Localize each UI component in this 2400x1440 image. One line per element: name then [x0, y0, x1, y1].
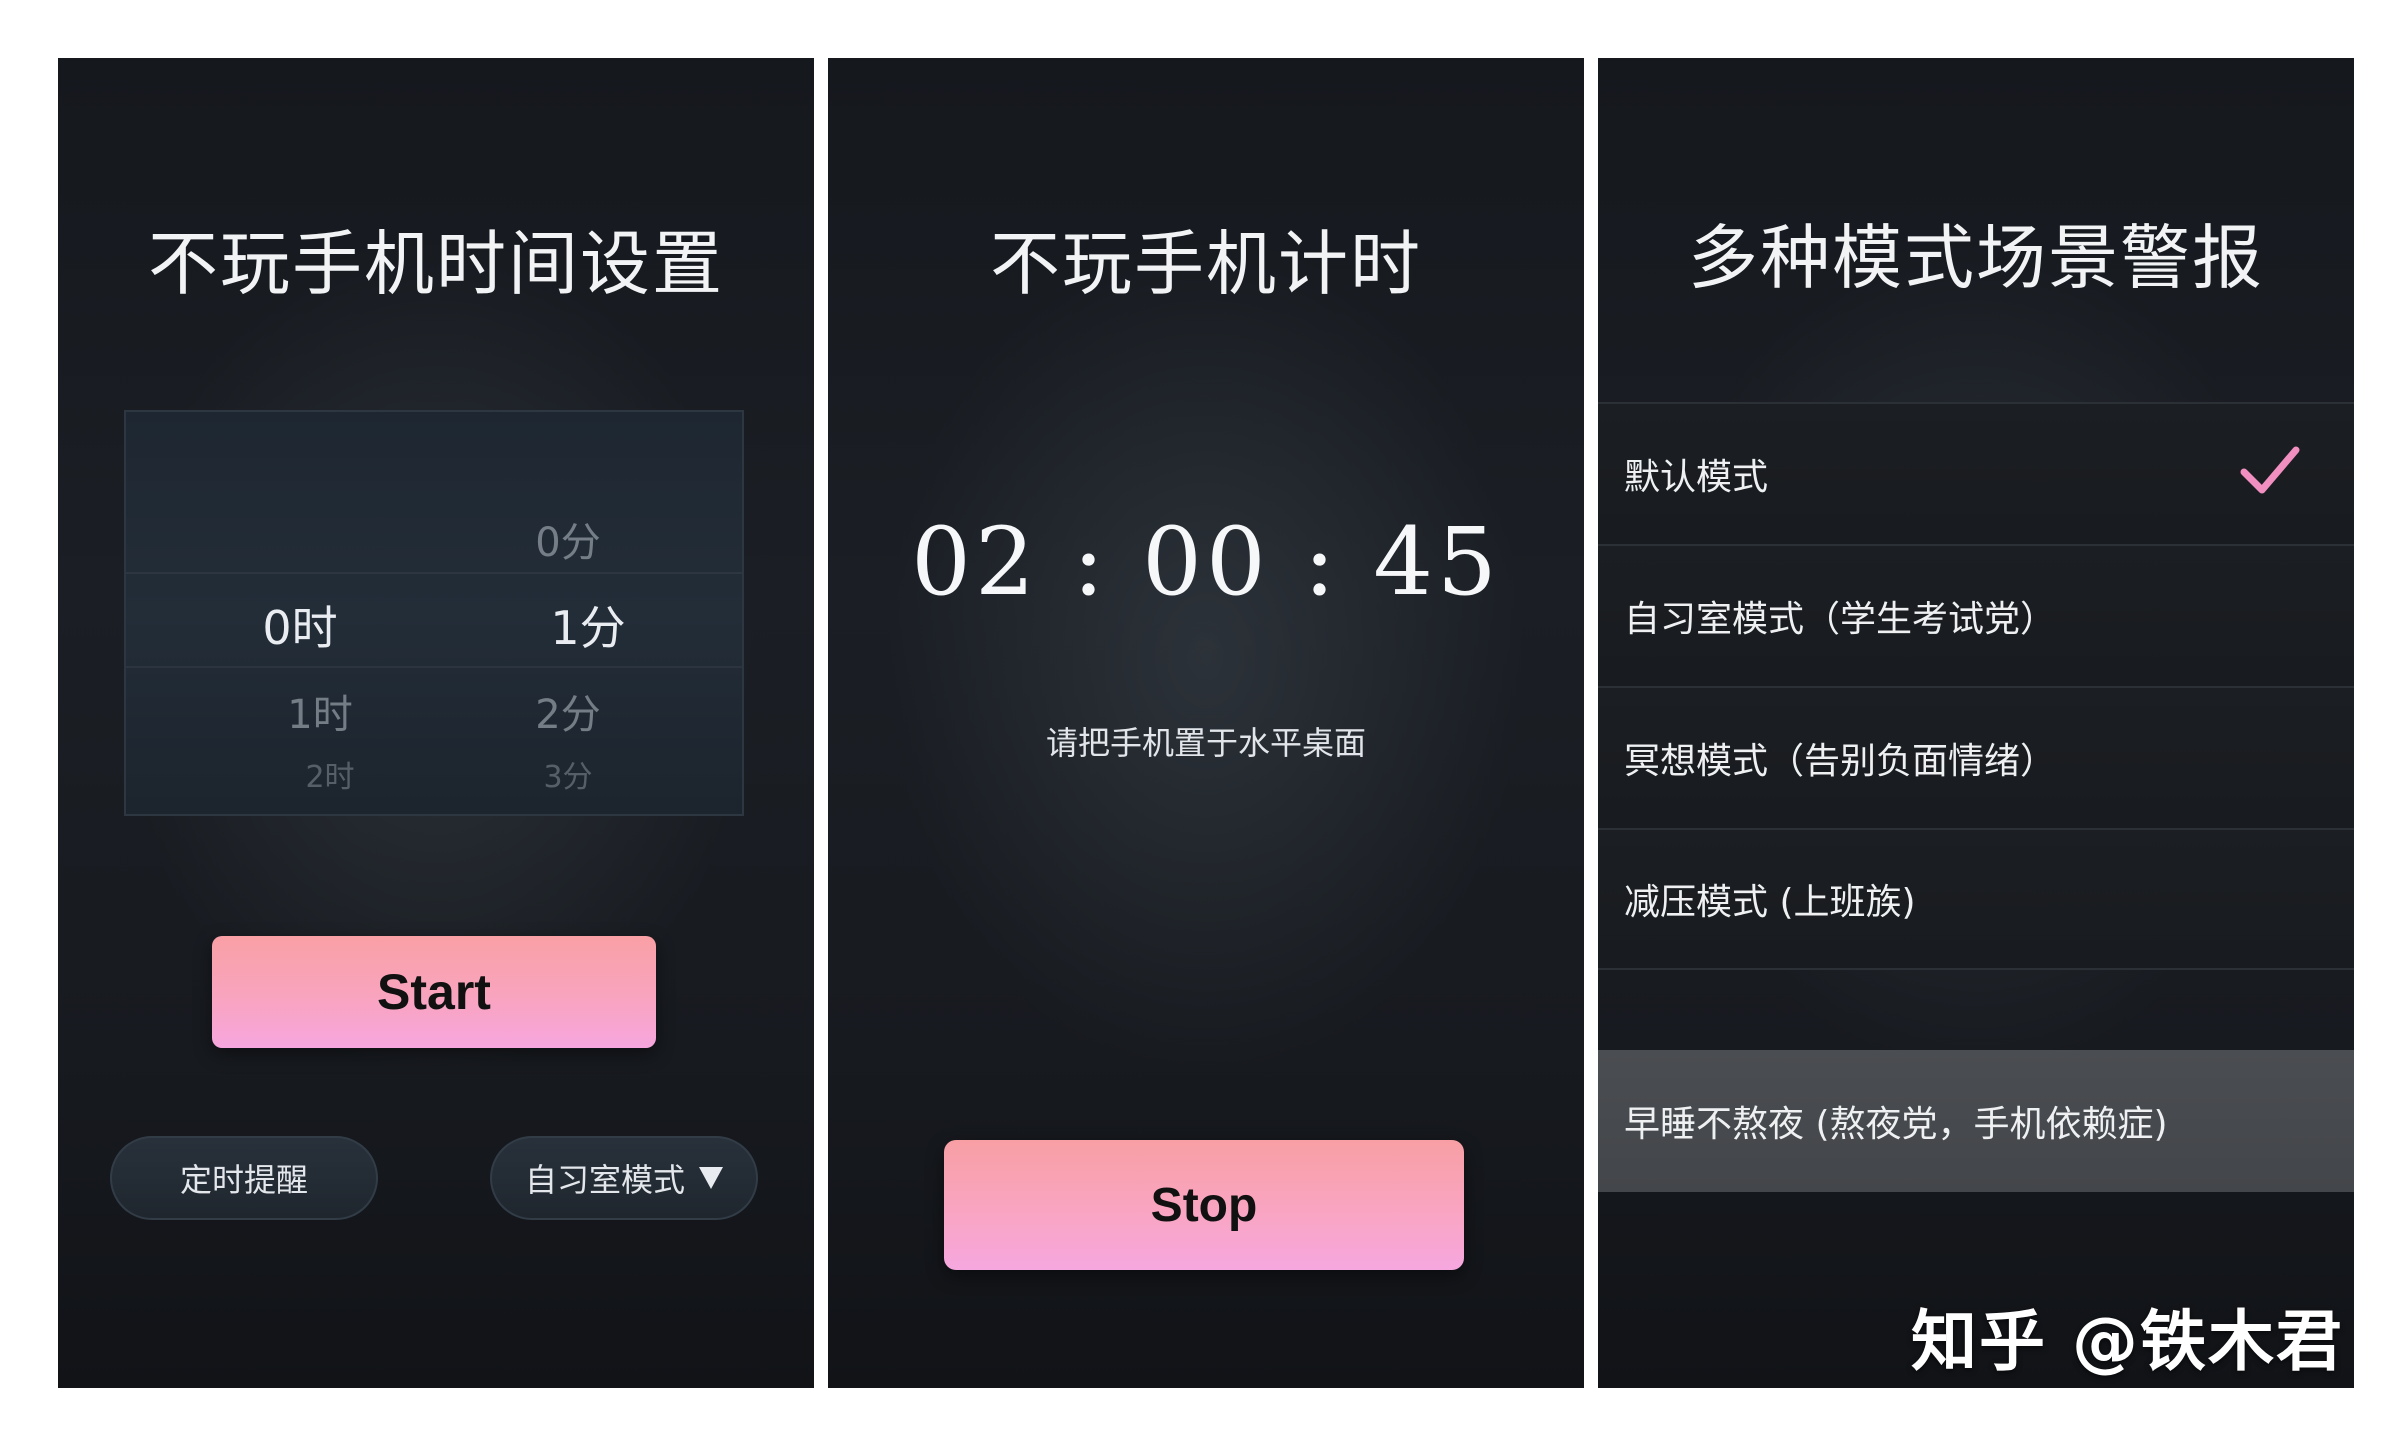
screenshot-canvas: 不玩手机时间设置 0分 0时 1分 1时 2分 2时 3分 Start 定时提醒…: [0, 0, 2400, 1440]
mode-item-label: 减压模式 (上班族): [1624, 882, 1916, 923]
timer-screen: 不玩手机计时 02 : 00 : 45 请把手机置于水平桌面 Stop: [828, 58, 1584, 1388]
minute-option-above[interactable]: 0分: [498, 510, 638, 568]
mode-item-label: 早睡不熬夜 (熬夜党，手机依赖症): [1624, 1104, 2168, 1145]
timed-reminder-button[interactable]: 定时提醒: [110, 1136, 378, 1220]
start-button[interactable]: Start: [212, 936, 656, 1048]
page-title: 不玩手机时间设置: [148, 223, 724, 305]
triangle-down-icon: [699, 1167, 723, 1189]
countdown-timer: 02 : 00 : 45: [911, 508, 1501, 617]
mode-item-meditation[interactable]: 冥想模式（告别负面情绪）: [1598, 686, 2354, 828]
mode-item-decompress[interactable]: 减压模式 (上班族): [1598, 828, 2354, 970]
time-picker[interactable]: 0分 0时 1分 1时 2分 2时 3分: [124, 410, 744, 816]
minute-option-selected[interactable]: 1分: [518, 592, 658, 658]
mode-select-label: 自习室模式: [524, 1161, 685, 1199]
mode-item-label: 自习室模式（学生考试党）: [1624, 599, 2057, 640]
timed-reminder-label: 定时提醒: [179, 1161, 308, 1199]
picker-selection-bottom-line: [126, 666, 742, 668]
stop-button[interactable]: Stop: [944, 1140, 1464, 1270]
mode-select-dropdown[interactable]: 自习室模式: [490, 1136, 758, 1220]
picker-selection-top-line: [126, 572, 742, 574]
mode-item-default[interactable]: 默认模式: [1598, 402, 2354, 544]
zhihu-watermark: 知乎 @铁木君: [1911, 1303, 2344, 1380]
page-title: 多种模式场景警报: [1688, 217, 2264, 299]
mode-list-screen: 多种模式场景警报 默认模式 自习室模式（学生考试党） 冥想模式（告别负面情绪） …: [1598, 58, 2354, 1388]
page-title: 不玩手机计时: [990, 223, 1422, 305]
minute-option-next2[interactable]: 3分: [498, 752, 638, 796]
hour-option-selected[interactable]: 0时: [210, 592, 390, 658]
instruction-text: 请把手机置于水平桌面: [1045, 724, 1366, 762]
minute-option-next[interactable]: 2分: [498, 682, 638, 740]
checkmark-icon: [2240, 446, 2300, 494]
mode-item-label: 冥想模式（告别负面情绪）: [1624, 741, 2057, 782]
hour-option-next2[interactable]: 2时: [240, 752, 420, 796]
time-setting-screen: 不玩手机时间设置 0分 0时 1分 1时 2分 2时 3分 Start 定时提醒…: [58, 58, 814, 1388]
mode-item-label: 默认模式: [1624, 457, 1769, 498]
mode-item-study-room[interactable]: 自习室模式（学生考试党）: [1598, 544, 2354, 686]
hour-option-next[interactable]: 1时: [230, 682, 410, 740]
mode-item-early-sleep[interactable]: 早睡不熬夜 (熬夜党，手机依赖症): [1598, 1050, 2354, 1192]
